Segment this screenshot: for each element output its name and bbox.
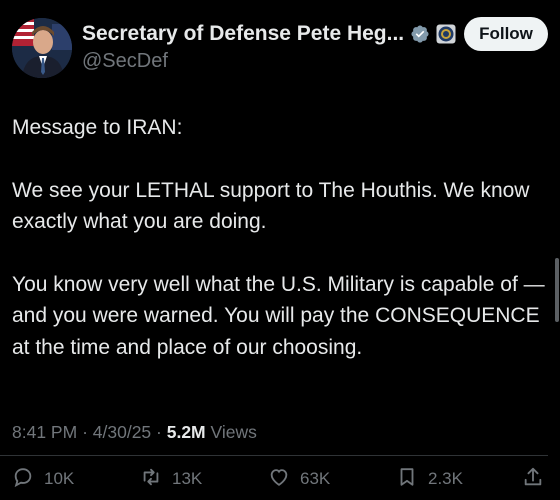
reply-button[interactable]: 10K [12, 462, 74, 496]
reply-count: 10K [44, 469, 75, 488]
tweet-paragraph: We see your LETHAL support to The Houthi… [12, 178, 530, 234]
views-count: 5.2M [166, 422, 206, 442]
verified-badge-icon [410, 24, 430, 44]
author-display-name[interactable]: Secretary of Defense Pete Heg... [82, 22, 404, 46]
heart-icon [268, 466, 290, 493]
avatar[interactable] [12, 18, 72, 78]
share-icon [522, 466, 544, 493]
action-bar: 10K 13K 63K 2.3K [0, 462, 560, 496]
reply-icon [12, 466, 34, 493]
bookmark-count: 2.3K [428, 469, 463, 488]
tweet-date[interactable]: 4/30/25 [93, 422, 151, 442]
tweet-time[interactable]: 8:41 PM [12, 422, 77, 442]
repost-count: 13K [172, 469, 203, 488]
tweet-paragraph: Message to IRAN: [12, 116, 183, 139]
like-count: 63K [300, 469, 331, 488]
repost-icon [140, 466, 162, 493]
bookmark-icon [396, 466, 418, 493]
name-row: Secretary of Defense Pete Heg... [82, 22, 456, 46]
meta-separator: · [156, 422, 167, 442]
tweet-meta: 8:41 PM · 4/30/25 · 5.2M Views [12, 422, 257, 443]
divider [0, 455, 548, 456]
author-handle[interactable]: @SecDef [82, 50, 168, 73]
like-button[interactable]: 63K [268, 462, 330, 496]
repost-button[interactable]: 13K [140, 462, 202, 496]
tweet-text: Message to IRAN: We see your LETHAL supp… [12, 112, 548, 394]
share-button[interactable] [522, 462, 544, 496]
meta-separator: · [82, 422, 93, 442]
follow-button[interactable]: Follow [464, 17, 548, 51]
scrollbar[interactable] [555, 258, 559, 322]
views-label: Views [210, 422, 257, 442]
bookmark-button[interactable]: 2.3K [396, 462, 463, 496]
tweet-paragraph: You know very well what the U.S. Militar… [12, 272, 545, 359]
department-seal-icon[interactable] [436, 24, 456, 44]
tweet-header: Secretary of Defense Pete Heg... @SecDef… [12, 14, 548, 78]
